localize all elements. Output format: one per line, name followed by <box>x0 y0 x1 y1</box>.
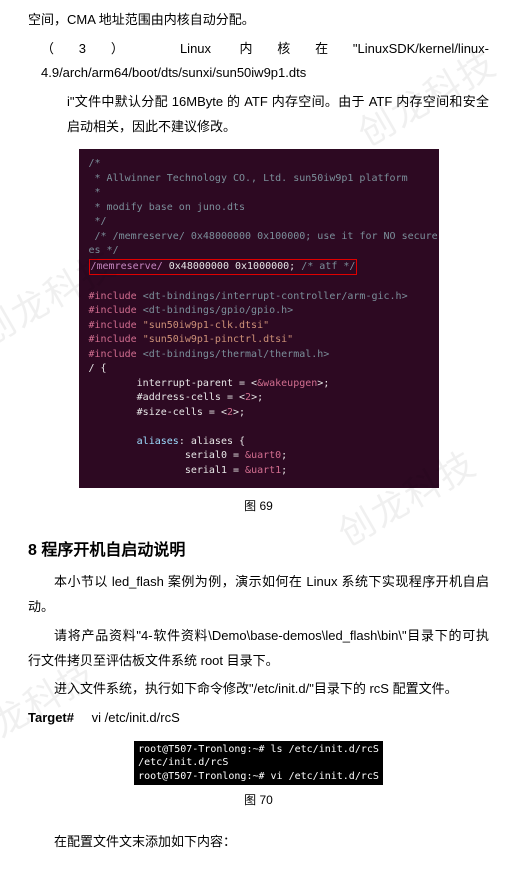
term-line: root@T507-Tronlong:~# vi /etc/init.d/rcS <box>138 771 379 782</box>
code-line: serial0 = &uart0; <box>89 450 288 461</box>
section-8-heading: 8 程序开机自启动说明 <box>28 536 489 560</box>
code-line: */ <box>89 216 107 227</box>
code-line: #address-cells = <2>; <box>89 392 264 403</box>
code-line: /* /memreserve/ 0x48000000 0x100000; use… <box>89 231 439 242</box>
code-line: #include <dt-bindings/interrupt-controll… <box>89 291 408 302</box>
code-line: #include <dt-bindings/thermal/thermal.h> <box>89 349 330 360</box>
command-line: Target# vi /etc/init.d/rcS <box>28 706 489 731</box>
figure-69-caption: 图 69 <box>28 497 489 514</box>
code-block-dts: /* * Allwinner Technology CO., Ltd. sun5… <box>79 149 439 488</box>
code-line: /* <box>89 158 101 169</box>
code-line: / { <box>89 363 107 374</box>
code-line: interrupt-parent = <&wakeupgen>; <box>89 378 330 389</box>
highlighted-line: /memreserve/ 0x48000000 0x1000000; /* at… <box>89 259 358 276</box>
code-line: es */ <box>89 245 119 256</box>
code-line: * modify base on juno.dts <box>89 202 246 213</box>
list-item-3-cont: i"文件中默认分配 16MByte 的 ATF 内存空间。由于 ATF 内存空间… <box>28 90 489 139</box>
code-line: * Allwinner Technology CO., Ltd. sun50iw… <box>89 173 408 184</box>
command-text: vi /etc/init.d/rcS <box>92 710 180 725</box>
figure-69: /* * Allwinner Technology CO., Ltd. sun5… <box>28 149 489 491</box>
code-line: #size-cells = <2>; <box>89 407 246 418</box>
section8-p3: 进入文件系统，执行如下命令修改"/etc/init.d/"目录下的 rcS 配置… <box>28 677 489 702</box>
figure-70: root@T507-Tronlong:~# ls /etc/init.d/rcS… <box>28 741 489 786</box>
list-item-3-line1: （3） Linux 内核在"LinuxSDK/kernel/linux-4.9/… <box>28 37 489 86</box>
code-line: * <box>89 187 101 198</box>
code-line: serial1 = &uart1; <box>89 465 288 476</box>
code-line: aliases: aliases { <box>89 436 246 447</box>
code-line: #include "sun50iw9p1-clk.dtsi" <box>89 320 270 331</box>
terminal-block: root@T507-Tronlong:~# ls /etc/init.d/rcS… <box>134 741 383 786</box>
figure-70-caption: 图 70 <box>28 791 489 808</box>
code-line: #include <dt-bindings/gpio/gpio.h> <box>89 305 294 316</box>
term-line: /etc/init.d/rcS <box>138 757 228 768</box>
code-line: #include "sun50iw9p1-pinctrl.dtsi" <box>89 334 294 345</box>
section8-p1: 本小节以 led_flash 案例为例，演示如何在 Linux 系统下实现程序开… <box>28 570 489 619</box>
section8-p2: 请将产品资料"4-软件资料\Demo\base-demos\led_flash\… <box>28 624 489 673</box>
closing-text: 在配置文件文末添加如下内容： <box>28 830 489 855</box>
body-text: 空间，CMA 地址范围由内核自动分配。 <box>28 8 489 33</box>
term-line: root@T507-Tronlong:~# ls /etc/init.d/rcS <box>138 744 379 755</box>
command-prompt-label: Target# <box>28 706 88 731</box>
